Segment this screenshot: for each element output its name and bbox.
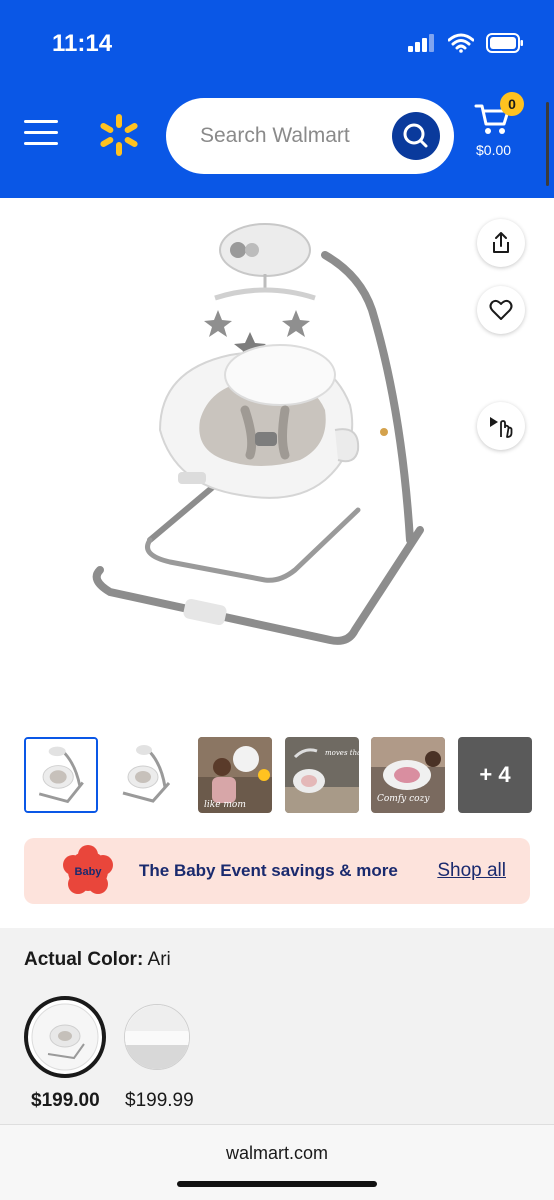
status-time: 11:14 xyxy=(52,30,113,57)
search-placeholder: Search Walmart xyxy=(200,124,350,147)
cart-total: $0.00 xyxy=(476,142,512,158)
swatch-image xyxy=(31,1003,99,1071)
promo-banner[interactable]: Baby The Baby Event savings & more Shop … xyxy=(24,838,530,904)
thumbnail-strip: like mom moves that soothe Comfy cozy + … xyxy=(24,737,532,813)
cart-button[interactable]: 0 $0.00 xyxy=(474,92,538,168)
shop-all-link[interactable]: Shop all xyxy=(437,860,506,882)
favorite-button[interactable] xyxy=(477,286,525,334)
thumbnail-image xyxy=(26,739,96,811)
color-swatch-alt[interactable] xyxy=(124,1004,190,1070)
color-value: Ari xyxy=(147,949,171,970)
thumbnail-image xyxy=(111,737,185,813)
thumbnail-image: moves that soothe xyxy=(285,737,359,813)
color-selector: Actual Color: Ari $199.00 $199.99 xyxy=(0,928,554,1124)
baby-event-badge: Baby xyxy=(63,845,113,894)
header-row: Search Walmart 0 $0.00 xyxy=(0,92,554,174)
price-option-1: $199.00 xyxy=(31,1090,100,1111)
thumbnail-1[interactable] xyxy=(24,737,98,813)
svg-text:Baby: Baby xyxy=(75,866,103,878)
share-button[interactable] xyxy=(477,219,525,267)
url-domain[interactable]: walmart.com xyxy=(0,1143,554,1164)
search-input[interactable]: Search Walmart xyxy=(166,98,454,174)
thumbnail-2[interactable] xyxy=(111,737,185,813)
walmart-spark-icon[interactable] xyxy=(96,112,142,158)
baby-swing-image[interactable] xyxy=(80,210,460,670)
battery-icon xyxy=(486,33,523,53)
thumbnail-caption: moves that soothe xyxy=(325,749,359,757)
status-icons xyxy=(408,33,524,53)
home-indicator[interactable] xyxy=(177,1181,377,1187)
thumbnail-3[interactable]: like mom xyxy=(198,737,272,813)
thumbnail-image: like mom xyxy=(198,737,272,813)
browser-bottom-bar: walmart.com xyxy=(0,1124,554,1200)
view-3d-button[interactable] xyxy=(477,402,525,450)
hamburger-icon[interactable] xyxy=(24,120,58,150)
thumbnail-caption: Comfy cozy xyxy=(377,794,430,804)
thumbnail-5[interactable]: Comfy cozy xyxy=(371,737,445,813)
heart-icon xyxy=(489,299,513,320)
thumbnail-4[interactable]: moves that soothe xyxy=(285,737,359,813)
cart-count-badge: 0 xyxy=(500,92,524,116)
price-option-2: $199.99 xyxy=(125,1090,194,1111)
header-bar: 11:14 Search Walmart 0 $0.00 xyxy=(0,0,554,198)
color-label-title: Actual Color: xyxy=(24,949,144,970)
signal-icon xyxy=(408,34,434,52)
color-swatch-ari[interactable] xyxy=(24,996,106,1078)
swatch-image xyxy=(125,1005,189,1069)
share-icon xyxy=(493,232,509,253)
search-icon xyxy=(403,123,428,148)
promo-text: The Baby Event savings & more xyxy=(139,861,398,880)
color-label: Actual Color: Ari xyxy=(24,949,171,971)
scroll-indicator xyxy=(546,102,549,186)
thumbnail-more[interactable]: + 4 xyxy=(458,737,532,813)
tap-3d-icon xyxy=(490,417,513,438)
search-button[interactable] xyxy=(392,112,440,160)
thumbnail-caption: like mom xyxy=(204,800,246,810)
wifi-icon xyxy=(448,33,474,53)
thumbnail-image: Comfy cozy xyxy=(371,737,445,813)
